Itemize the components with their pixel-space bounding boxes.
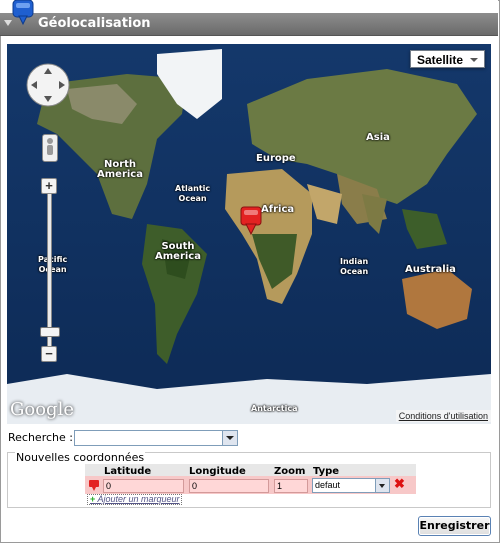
label-atlantic-ocean: Atlantic Ocean [175, 184, 211, 203]
panel-title: Géolocalisation [38, 16, 151, 31]
zoom-in-button[interactable]: + [41, 178, 57, 194]
label-indian-ocean: Indian Ocean [340, 257, 369, 276]
fieldset-legend: Nouvelles coordonnées [15, 451, 146, 464]
map-type-label: Satellite [417, 53, 464, 67]
label-south-america: South America [155, 241, 201, 262]
map-pin-icon [12, 0, 34, 26]
zoom-input[interactable]: 1 [274, 479, 308, 493]
label-australia: Australia [405, 264, 456, 275]
label-north-america: North America [97, 159, 143, 180]
type-value: defaut [315, 480, 341, 490]
map-marker-icon[interactable] [240, 206, 262, 236]
delete-icon[interactable]: ✖ [394, 476, 405, 492]
chevron-down-icon[interactable] [375, 479, 389, 492]
search-label: Recherche : [8, 431, 73, 444]
label-asia: Asia [366, 132, 390, 143]
chevron-down-icon [470, 58, 478, 62]
label-pacific-ocean: Pacific Ocean [38, 255, 68, 274]
label-antarctica: Antarctica [251, 404, 298, 413]
add-marker-link[interactable]: + Ajouter un marqueur [87, 494, 183, 505]
add-icon: + [90, 494, 96, 504]
label-europe: Europe [256, 153, 296, 164]
longitude-input[interactable]: 0 [189, 479, 269, 493]
map-view[interactable]: North America Atlantic Ocean South Ameri… [7, 44, 491, 424]
add-marker-label: Ajouter un marqueur [97, 494, 180, 504]
latitude-input[interactable]: 0 [103, 479, 184, 493]
map-type-select[interactable]: Satellite [410, 50, 485, 68]
panel-header: Géolocalisation [0, 0, 498, 36]
zoom-slider-thumb[interactable] [40, 327, 60, 337]
google-logo: Google [10, 399, 74, 420]
save-button[interactable]: Enregistrer [418, 516, 491, 536]
street-view-pegman-icon[interactable] [42, 134, 58, 162]
zoom-out-button[interactable]: − [41, 346, 57, 362]
terms-link[interactable]: Conditions d'utilisation [395, 410, 491, 422]
search-select[interactable] [74, 430, 238, 446]
label-africa: Africa [261, 204, 295, 215]
type-select[interactable]: defaut [312, 478, 390, 493]
chevron-down-icon[interactable] [222, 431, 237, 445]
pan-control[interactable] [25, 62, 71, 108]
marker-icon [89, 480, 99, 491]
